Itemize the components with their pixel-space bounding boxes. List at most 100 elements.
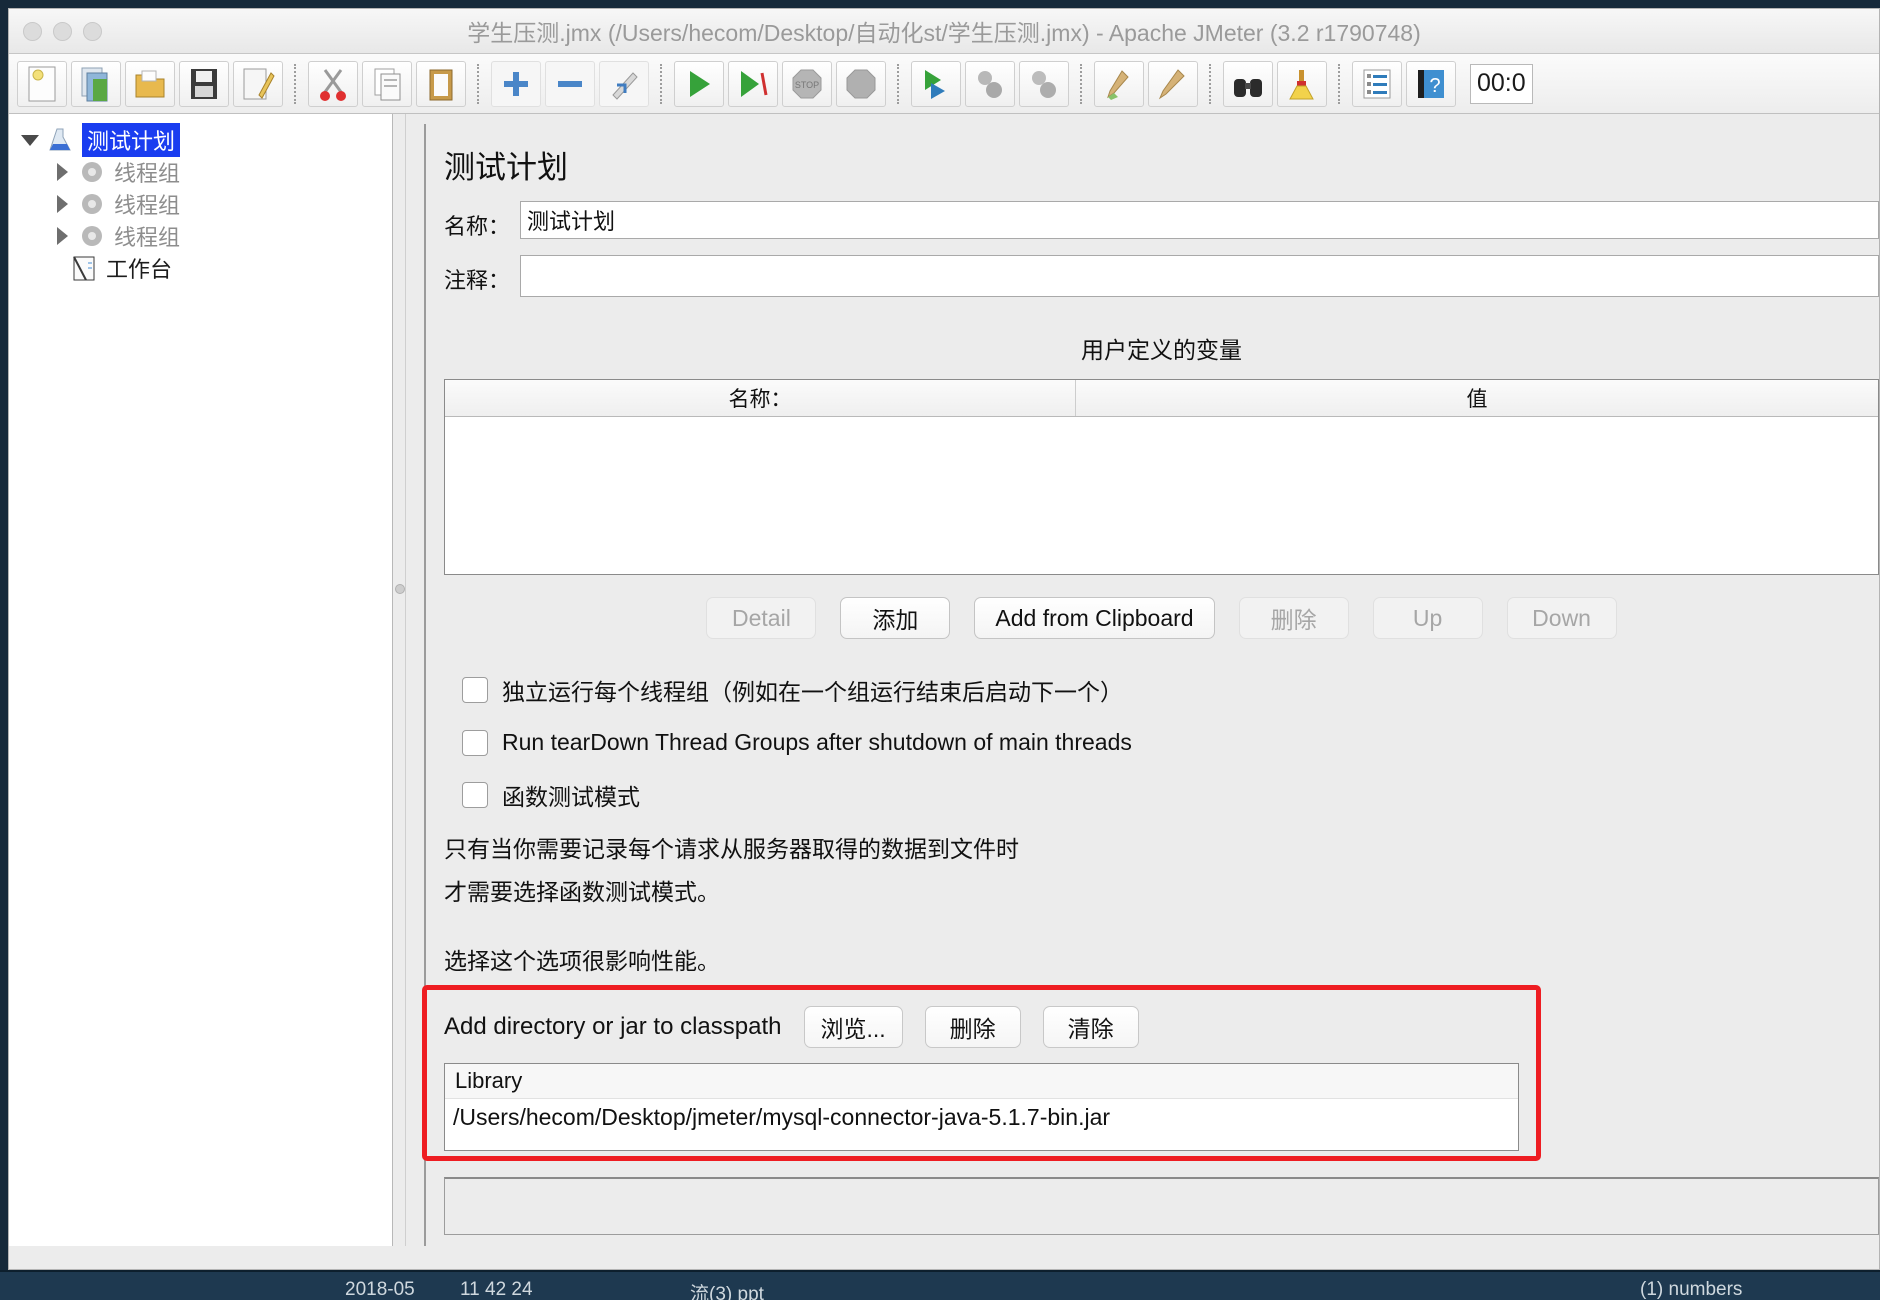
help-button[interactable]: ? (1406, 60, 1456, 107)
tree-node-label: 线程组 (114, 225, 181, 250)
variable-action-buttons: Detail 添加 Add from Clipboard 删除 Up Down (444, 597, 1879, 639)
serialize-thread-groups-row[interactable]: 独立运行每个线程组（例如在一个组运行结束后启动下一个） (444, 673, 1879, 707)
add-from-clipboard-button[interactable]: Add from Clipboard (974, 597, 1215, 639)
reset-search-button[interactable] (1277, 60, 1327, 107)
library-row[interactable]: /Users/hecom/Desktop/jmeter/mysql-connec… (445, 1099, 1518, 1135)
tree-node-thread-group-2[interactable]: 线程组 (9, 188, 392, 220)
expand-collapse-toggle[interactable] (51, 225, 73, 247)
test-plan-tree[interactable]: 测试计划 线程组 线程组 线程组 工作台 (9, 114, 393, 1246)
thread-group-gear-icon (82, 162, 102, 182)
minimize-button[interactable] (53, 21, 72, 41)
user-defined-variables-title: 用户定义的变量 (1081, 337, 1242, 363)
save-button[interactable] (179, 60, 229, 107)
run-teardown-label: Run tearDown Thread Groups after shutdow… (502, 729, 1132, 755)
search-button[interactable] (1223, 60, 1273, 107)
start-no-pauses-button[interactable] (728, 60, 778, 107)
split-divider[interactable] (393, 114, 406, 1246)
collapse-all-button[interactable] (545, 60, 595, 107)
run-teardown-row[interactable]: Run tearDown Thread Groups after shutdow… (444, 729, 1879, 756)
shutdown-button[interactable] (836, 60, 886, 107)
chevron-right-icon (56, 227, 68, 245)
stop-button[interactable]: STOP (782, 60, 832, 107)
down-button[interactable]: Down (1506, 597, 1617, 639)
toolbar-separator (1209, 63, 1212, 104)
name-input[interactable]: 测试计划 (520, 201, 1879, 239)
copy-button[interactable] (362, 60, 412, 107)
new-document-icon (28, 66, 56, 101)
templates-button[interactable] (71, 60, 121, 107)
remote-shutdown-icon (1032, 70, 1056, 98)
save-disk-icon (191, 68, 217, 99)
templates-icon (81, 67, 108, 101)
serialize-thread-groups-label: 独立运行每个线程组（例如在一个组运行结束后启动下一个） (502, 679, 1123, 705)
browse-button[interactable]: 浏览... (803, 1006, 903, 1048)
new-button[interactable] (17, 60, 67, 107)
list-icon (1363, 69, 1391, 98)
up-button[interactable]: Up (1372, 597, 1483, 639)
toggle-button[interactable] (599, 60, 649, 107)
clear-all-button[interactable] (1148, 60, 1198, 107)
svg-text:?: ? (1429, 75, 1440, 97)
remote-shutdown-all-button[interactable] (1019, 60, 1069, 107)
binoculars-icon (1234, 78, 1262, 97)
minus-icon (558, 80, 582, 87)
tree-node-label: 线程组 (114, 193, 181, 218)
split-divider-knob[interactable] (395, 584, 405, 594)
remote-start-all-button[interactable] (911, 60, 961, 107)
add-button[interactable]: 添加 (840, 597, 951, 639)
expand-collapse-toggle[interactable] (19, 129, 41, 151)
plus-icon (504, 71, 528, 96)
help-book-icon: ? (1418, 69, 1444, 98)
serialize-thread-groups-checkbox[interactable] (462, 677, 488, 703)
run-teardown-checkbox[interactable] (462, 729, 488, 756)
table-body[interactable] (445, 417, 1878, 574)
functional-test-mode-checkbox[interactable] (462, 782, 488, 808)
tree-node-test-plan[interactable]: 测试计划 (9, 123, 392, 157)
detail-button[interactable]: Detail (706, 597, 817, 639)
toolbar-separator (477, 63, 480, 104)
cut-button[interactable] (308, 60, 358, 107)
expand-all-button[interactable] (491, 60, 541, 107)
copy-icon (374, 68, 401, 100)
help-spacer (444, 908, 1879, 934)
classpath-delete-button[interactable]: 删除 (924, 1006, 1021, 1048)
comment-field-row: 注释： (444, 255, 1879, 303)
tree-node-thread-group-1[interactable]: 线程组 (9, 156, 392, 188)
user-defined-variables-table[interactable]: 名称： 值 (444, 379, 1879, 575)
clear-button[interactable] (1094, 60, 1144, 107)
column-header-name[interactable]: 名称： (445, 380, 1076, 416)
paste-button[interactable] (416, 60, 466, 107)
comment-input[interactable] (520, 255, 1879, 297)
expand-collapse-toggle[interactable] (51, 161, 73, 183)
classpath-section: Add directory or jar to classpath 浏览... … (422, 985, 1541, 1161)
tree-node-workbench[interactable]: 工作台 (9, 252, 392, 284)
comment-label: 注释： (444, 268, 511, 293)
classpath-clear-button[interactable]: 清除 (1042, 1006, 1139, 1048)
column-header-value[interactable]: 值 (1076, 380, 1878, 416)
help-text-line-2: 才需要选择函数测试模式。 (444, 879, 720, 905)
function-helper-button[interactable] (1352, 60, 1402, 107)
delete-button[interactable]: 删除 (1238, 597, 1349, 639)
thread-group-gear-icon (82, 194, 102, 214)
classpath-label: Add directory or jar to classpath (444, 1013, 782, 1040)
library-table[interactable]: Library /Users/hecom/Desktop/jmeter/mysq… (444, 1063, 1519, 1151)
tree-node-label: 测试计划 (82, 123, 181, 157)
library-column-header[interactable]: Library (445, 1064, 1518, 1099)
expand-collapse-toggle[interactable] (51, 193, 73, 215)
toolbar-separator (1080, 63, 1083, 104)
help-text-line-1: 只有当你需要记录每个请求从服务器取得的数据到文件时 (444, 836, 1019, 862)
start-button[interactable] (674, 60, 724, 107)
open-button[interactable] (125, 60, 175, 107)
tree-node-thread-group-3[interactable]: 线程组 (9, 220, 392, 252)
window-controls[interactable] (23, 21, 102, 41)
svg-text:STOP: STOP (795, 80, 819, 90)
save-as-button[interactable] (233, 60, 283, 107)
help-text-line-3: 选择这个选项很影响性能。 (444, 948, 720, 974)
remote-start-icon (925, 69, 945, 99)
close-button[interactable] (23, 21, 42, 41)
broom-icon (1289, 69, 1314, 99)
test-plan-editor: 测试计划 名称： 测试计划 注释： 用户定义的变量 名称： 值 Detail 添… (422, 124, 1879, 1246)
remote-stop-all-button[interactable] (965, 60, 1015, 107)
functional-test-mode-row[interactable]: 函数测试模式 (444, 778, 1879, 812)
zoom-button[interactable] (83, 21, 102, 41)
